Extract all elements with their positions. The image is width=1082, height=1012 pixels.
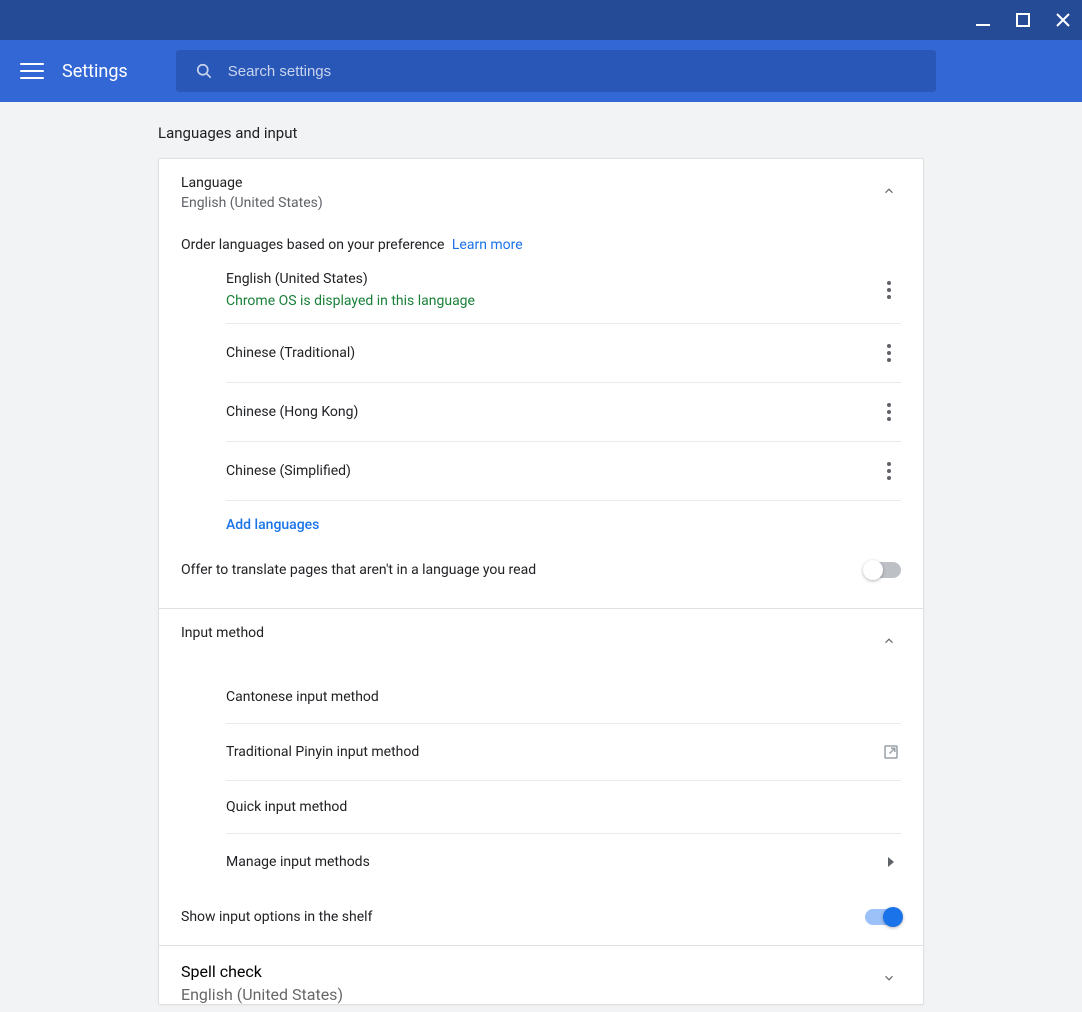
input-method-name: Traditional Pinyin input method bbox=[226, 744, 419, 760]
order-languages-text: Order languages based on your preference bbox=[181, 237, 444, 253]
spell-check-section-header[interactable]: Spell check English (United States) bbox=[159, 946, 923, 1004]
language-hint: Chrome OS is displayed in this language bbox=[226, 293, 475, 309]
order-languages-row: Order languages based on your preference… bbox=[159, 225, 923, 265]
more-icon[interactable] bbox=[877, 275, 901, 305]
language-name: English (United States) bbox=[226, 271, 475, 287]
input-method-name: Manage input methods bbox=[226, 854, 370, 870]
window-titlebar bbox=[0, 0, 1082, 40]
input-method-section-title: Input method bbox=[181, 625, 264, 641]
page-title: Languages and input bbox=[158, 124, 924, 142]
language-item: Chinese (Simplified) bbox=[226, 442, 901, 501]
input-method-item[interactable]: Manage input methods bbox=[226, 834, 901, 890]
spell-check-title: Spell check bbox=[181, 962, 343, 981]
more-icon[interactable] bbox=[877, 456, 901, 486]
language-item: Chinese (Traditional) bbox=[226, 324, 901, 383]
input-method-item[interactable]: Quick input method bbox=[226, 781, 901, 834]
language-item: English (United States) Chrome OS is dis… bbox=[226, 265, 901, 324]
input-method-list: Cantonese input method Traditional Pinyi… bbox=[204, 659, 923, 890]
search-box[interactable] bbox=[176, 50, 936, 92]
more-icon[interactable] bbox=[877, 338, 901, 368]
menu-icon[interactable] bbox=[20, 59, 44, 83]
language-name: Chinese (Traditional) bbox=[226, 345, 355, 361]
shelf-toggle[interactable] bbox=[865, 909, 901, 925]
input-method-name: Quick input method bbox=[226, 799, 347, 815]
language-name: Chinese (Hong Kong) bbox=[226, 404, 358, 420]
chevron-down-icon bbox=[877, 966, 901, 990]
translate-toggle-label: Offer to translate pages that aren't in … bbox=[181, 562, 536, 578]
spell-check-subtitle: English (United States) bbox=[181, 985, 343, 1004]
shelf-toggle-label: Show input options in the shelf bbox=[181, 909, 372, 925]
language-name: Chinese (Simplified) bbox=[226, 463, 351, 479]
chevron-up-icon bbox=[877, 629, 901, 653]
shelf-toggle-row: Show input options in the shelf bbox=[159, 890, 923, 945]
search-input[interactable] bbox=[228, 63, 918, 80]
input-method-item[interactable]: Traditional Pinyin input method bbox=[226, 724, 901, 781]
translate-toggle[interactable] bbox=[865, 562, 901, 578]
content-area: Languages and input Language English (Un… bbox=[0, 102, 1082, 1012]
minimize-button[interactable] bbox=[974, 11, 992, 29]
maximize-button[interactable] bbox=[1014, 11, 1032, 29]
language-section-title: Language bbox=[181, 175, 323, 191]
open-in-new-icon[interactable] bbox=[881, 742, 901, 762]
input-method-name: Cantonese input method bbox=[226, 689, 379, 705]
search-icon bbox=[194, 61, 214, 81]
language-item: Chinese (Hong Kong) bbox=[226, 383, 901, 442]
close-button[interactable] bbox=[1054, 11, 1072, 29]
language-section-subtitle: English (United States) bbox=[181, 195, 323, 211]
language-section-header[interactable]: Language English (United States) bbox=[159, 159, 923, 225]
app-title: Settings bbox=[62, 61, 128, 82]
learn-more-link[interactable]: Learn more bbox=[452, 237, 523, 253]
input-method-item[interactable]: Cantonese input method bbox=[226, 665, 901, 724]
app-header: Settings bbox=[0, 40, 1082, 102]
chevron-up-icon bbox=[877, 179, 901, 203]
more-icon[interactable] bbox=[877, 397, 901, 427]
translate-toggle-row: Offer to translate pages that aren't in … bbox=[159, 545, 923, 598]
add-languages-button[interactable]: Add languages bbox=[226, 501, 901, 545]
arrow-right-icon bbox=[881, 852, 901, 872]
settings-card: Language English (United States) Order l… bbox=[158, 158, 924, 1005]
language-section-body: Order languages based on your preference… bbox=[159, 225, 923, 608]
language-list: English (United States) Chrome OS is dis… bbox=[204, 265, 923, 501]
input-method-section-header[interactable]: Input method bbox=[159, 609, 923, 659]
